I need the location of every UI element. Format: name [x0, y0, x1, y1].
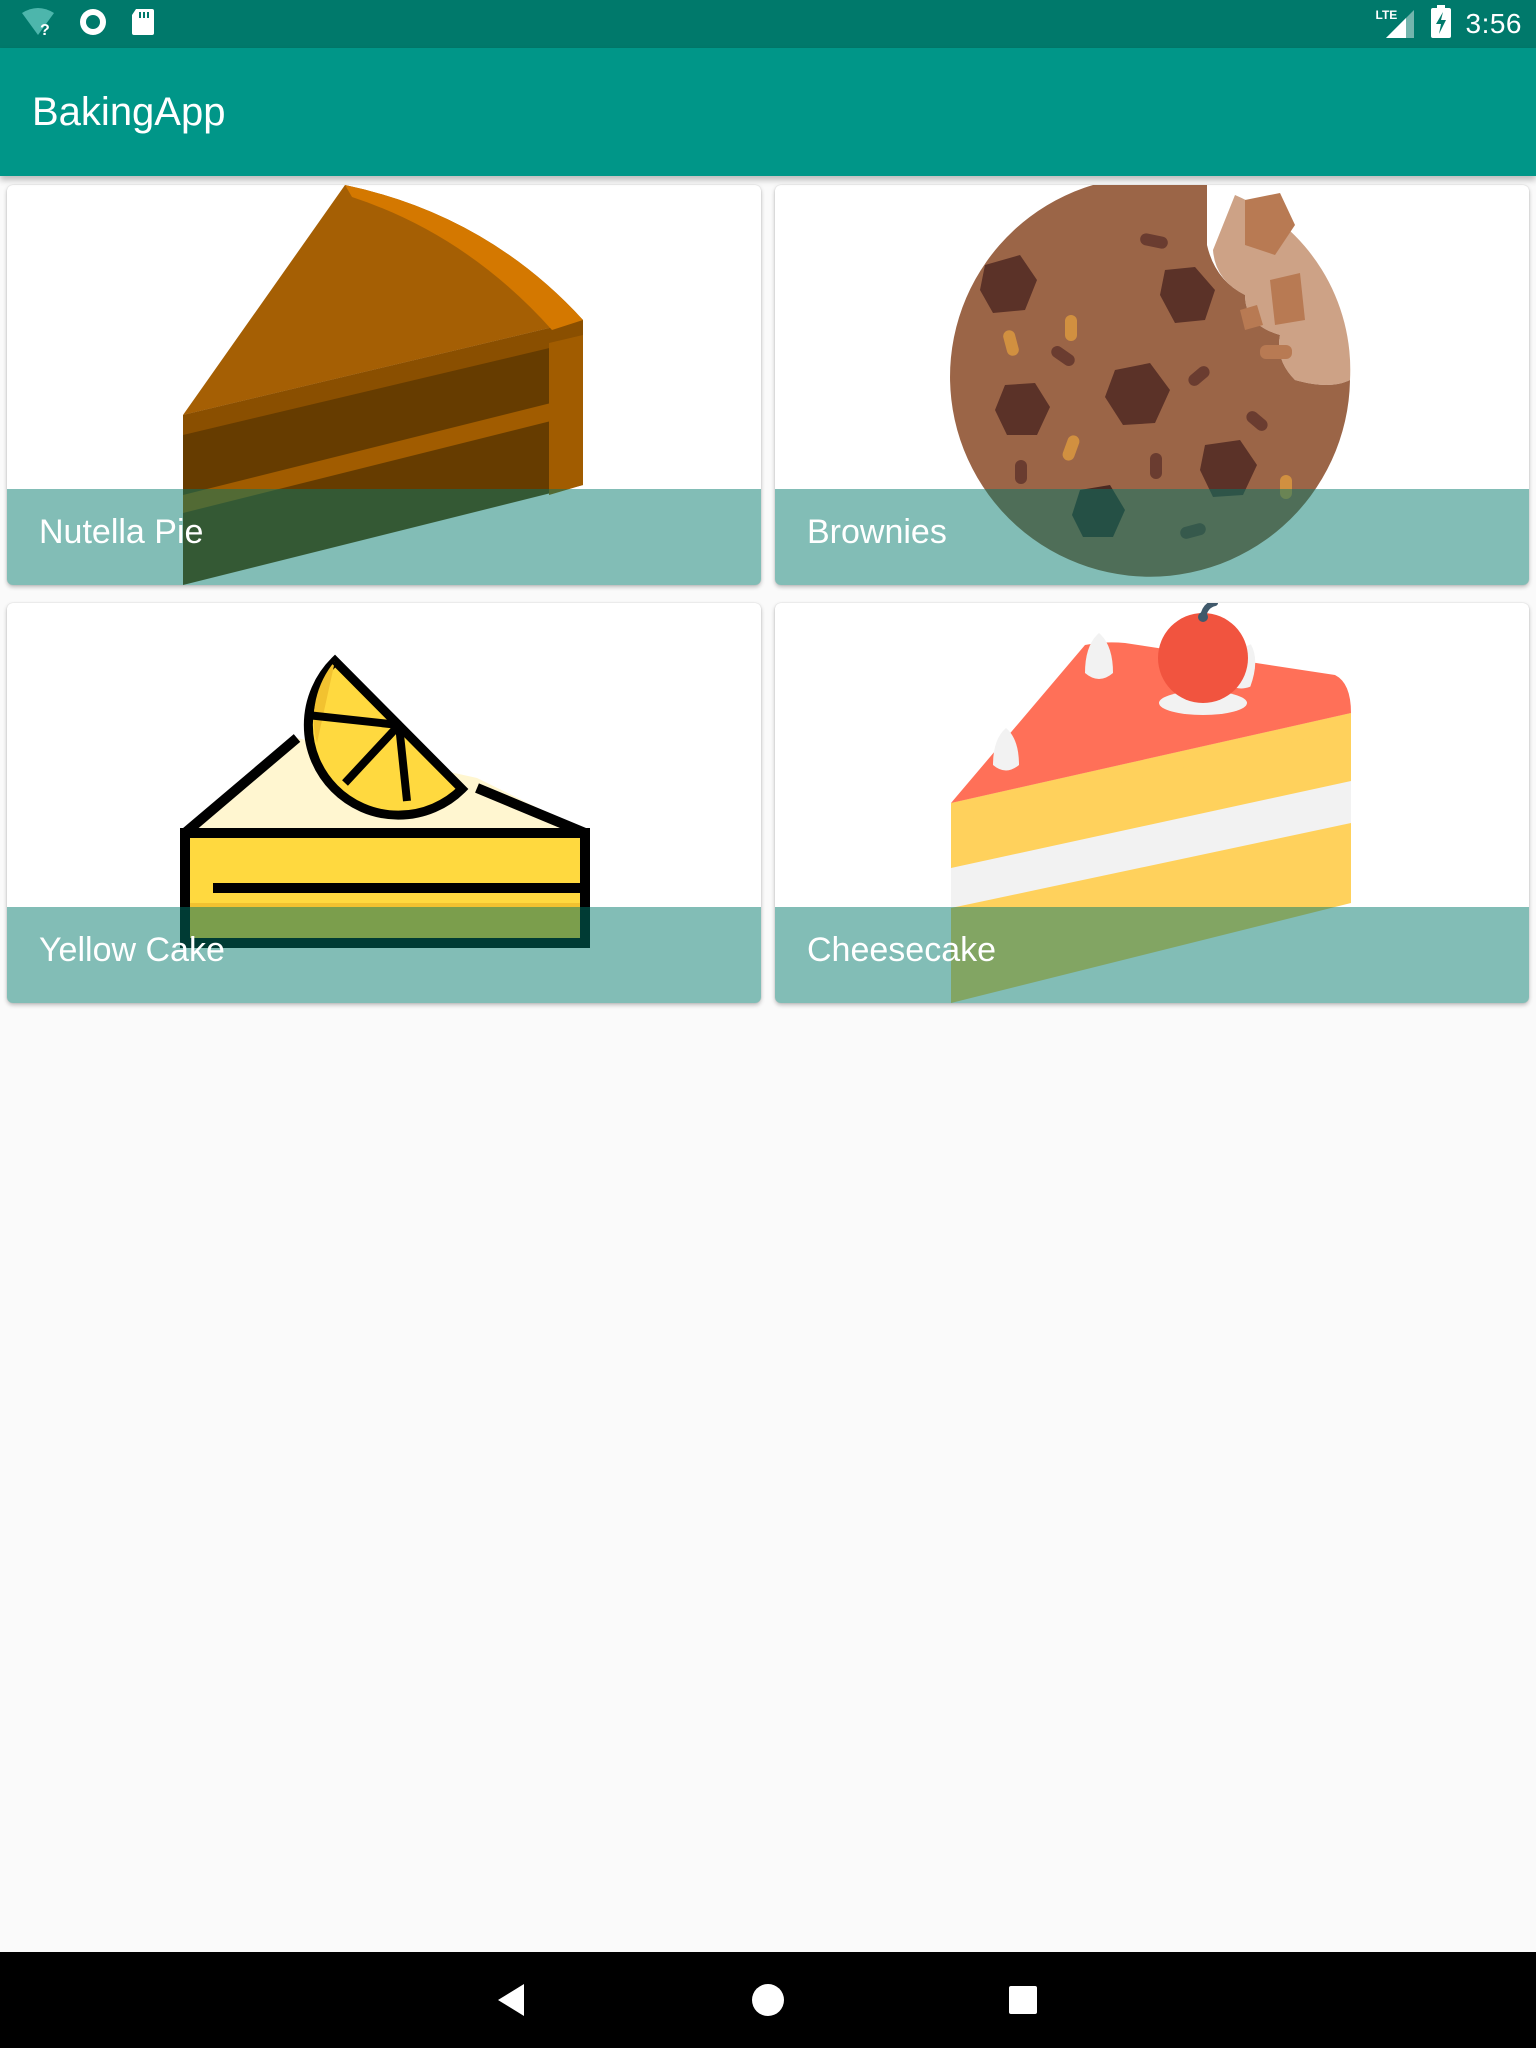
card-label-bar: Cheesecake	[775, 907, 1529, 1003]
sd-card-icon	[130, 7, 156, 42]
lte-signal-icon: LTE	[1376, 6, 1416, 42]
recipe-name: Yellow Cake	[39, 931, 225, 969]
battery-charging-icon	[1430, 4, 1452, 44]
status-bar: ? LTE 3:56	[0, 0, 1536, 48]
recipe-name: Brownies	[807, 513, 947, 551]
sync-circle-icon	[78, 7, 108, 42]
status-time: 3:56	[1465, 8, 1522, 39]
back-icon[interactable]	[488, 1976, 536, 2024]
navigation-bar	[0, 1952, 1536, 2048]
recipe-grid: Nutella Pie Brownies Yellow Cake Cheesec…	[7, 185, 1529, 1003]
svg-text:?: ?	[40, 22, 50, 37]
recipe-card-brownies[interactable]: Brownies	[775, 185, 1529, 585]
card-label-bar: Nutella Pie	[7, 489, 761, 585]
card-label-bar: Yellow Cake	[7, 907, 761, 1003]
wifi-unknown-icon: ?	[20, 7, 56, 42]
card-label-bar: Brownies	[775, 489, 1529, 585]
recipe-card-yellow-cake[interactable]: Yellow Cake	[7, 603, 761, 1003]
app-title: BakingApp	[32, 90, 226, 134]
recipe-card-nutella-pie[interactable]: Nutella Pie	[7, 185, 761, 585]
recipe-name: Cheesecake	[807, 931, 997, 969]
home-icon[interactable]	[744, 1976, 792, 2024]
app-bar: BakingApp	[0, 48, 1536, 176]
recipe-card-cheesecake[interactable]: Cheesecake	[775, 603, 1529, 1003]
recents-icon[interactable]	[999, 1976, 1047, 2024]
recipe-name: Nutella Pie	[39, 513, 204, 551]
